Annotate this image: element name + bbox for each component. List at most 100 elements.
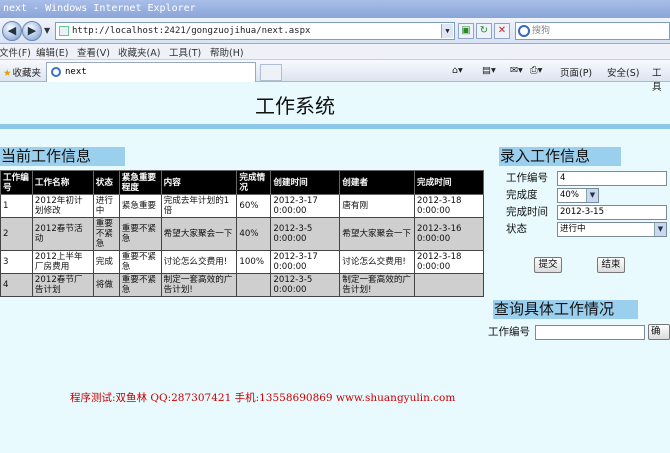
- browser-tab[interactable]: next: [46, 62, 256, 82]
- table-cell: 完成去年计划的1倍: [160, 194, 238, 218]
- table-row: 3 2012上半年厂房费用 完成 重要不紧急 讨论怎么交费用! 100% 201…: [0, 250, 484, 274]
- mail-icon[interactable]: ✉▾: [510, 65, 523, 76]
- table-cell: 制定一套高效的广告计划!: [339, 273, 416, 297]
- window-title-bar: next - Windows Internet Explorer: [0, 0, 670, 18]
- menu-file[interactable]: 文件(F): [0, 45, 31, 59]
- table-cell: 紧急重要: [118, 194, 162, 218]
- table-cell: 60%: [236, 194, 272, 218]
- status-select[interactable]: 进行中 ▼: [557, 222, 667, 237]
- forward-button[interactable]: ▶: [22, 21, 42, 41]
- table-cell: 2012-3-18 0:00:00: [414, 194, 484, 218]
- address-text: http://localhost:2421/gongzuojihua/next.…: [72, 26, 311, 36]
- feeds-icon[interactable]: ▤▾: [482, 65, 496, 76]
- done-time-input[interactable]: 2012-3-15: [557, 205, 667, 220]
- menu-help[interactable]: 帮助(H): [210, 45, 244, 59]
- work-id-label: 工作编号: [506, 172, 548, 184]
- table-cell: 1: [0, 194, 33, 218]
- table-cell: 2012-3-17 0:00:00: [270, 250, 341, 274]
- favorites-bar: ★收藏夹 next ⌂▾ ▤▾ ✉▾ ⎙▾ 页面(P) 安全(S) 工具: [0, 60, 670, 93]
- column-header: 创建时间: [270, 170, 341, 195]
- table-cell: 2012上半年厂房费用: [31, 250, 94, 274]
- table-cell: 重要不紧急: [118, 250, 162, 274]
- search-placeholder: 搜狗: [532, 26, 551, 36]
- table-cell: 2012-3-5 0:00:00: [270, 273, 341, 297]
- confirm-button[interactable]: 确定: [648, 324, 670, 340]
- safety-menu[interactable]: 安全(S): [607, 65, 639, 79]
- table-cell: 2012年初计划修改: [31, 194, 94, 218]
- table-cell: 100%: [236, 250, 272, 274]
- menu-edit[interactable]: 编辑(E): [36, 45, 68, 59]
- column-header: 创建者: [339, 170, 416, 195]
- table-cell: 2012-3-16 0:00:00: [414, 217, 484, 251]
- work-id-input[interactable]: 4: [557, 171, 667, 186]
- table-row: 1 2012年初计划修改 进行中 紧急重要 完成去年计划的1倍 60% 2012…: [0, 194, 484, 218]
- completion-select[interactable]: 40% ▼: [557, 188, 599, 203]
- end-button[interactable]: 结束: [597, 257, 625, 273]
- table-cell: 将做: [92, 273, 120, 297]
- menu-view[interactable]: 查看(V): [77, 45, 110, 59]
- search-input[interactable]: 搜狗: [515, 22, 670, 40]
- table-header-row: 工作编号 工作名称 状态 紧急重要程度 内容 完成情况 创建时间 创建者 完成时…: [0, 170, 484, 195]
- favorites-label: 收藏夹: [12, 68, 42, 79]
- status-label: 状态: [506, 223, 527, 235]
- address-input[interactable]: http://localhost:2421/gongzuojihua/next.…: [55, 22, 455, 40]
- compat-view-icon[interactable]: ▣: [458, 23, 474, 39]
- column-header: 工作名称: [31, 170, 94, 195]
- search-engine-icon: [518, 25, 530, 37]
- table-cell: 唐有刚: [339, 194, 416, 218]
- table-cell: [236, 273, 272, 297]
- new-tab-button[interactable]: [260, 64, 282, 81]
- table-cell: [414, 273, 484, 297]
- ie-icon: [51, 67, 61, 77]
- table-row: 2 2012春节活动 重要不紧急 重要不紧急 希望大家聚会一下 40% 2012…: [0, 217, 484, 251]
- table-cell: 完成: [92, 250, 120, 274]
- table-cell: 40%: [236, 217, 272, 251]
- current-work-header: 当前工作信息: [0, 147, 125, 166]
- table-cell: 2012春节活动: [31, 217, 94, 251]
- tools-menu[interactable]: 工具: [652, 65, 670, 93]
- table-cell: 进行中: [92, 194, 120, 218]
- chevron-down-icon: ▼: [654, 223, 666, 236]
- query-id-input[interactable]: [535, 325, 645, 340]
- query-id-label: 工作编号: [488, 326, 530, 338]
- menu-tools[interactable]: 工具(T): [169, 45, 201, 59]
- table-cell: 讨论怎么交费用!: [339, 250, 416, 274]
- column-header: 完成时间: [414, 170, 484, 195]
- query-header: 查询具体工作情况: [493, 300, 638, 319]
- home-icon[interactable]: ⌂▾: [452, 65, 463, 76]
- column-header: 完成情况: [236, 170, 272, 195]
- menu-favorites[interactable]: 收藏夹(A): [118, 45, 160, 59]
- table-cell: 重要不紧急: [92, 217, 120, 251]
- history-dropdown-icon[interactable]: ▼: [44, 26, 50, 35]
- completion-label: 完成度: [506, 189, 538, 201]
- print-icon[interactable]: ⎙▾: [530, 65, 542, 76]
- table-cell: 制定一套高效的广告计划!: [160, 273, 238, 297]
- stop-icon[interactable]: ✕: [494, 23, 510, 39]
- table-cell: 2012-3-5 0:00:00: [270, 217, 341, 251]
- back-button[interactable]: ◀: [2, 21, 22, 41]
- table-cell: 2: [0, 217, 33, 251]
- column-header: 工作编号: [0, 170, 33, 195]
- submit-button[interactable]: 提交: [534, 257, 562, 273]
- address-dropdown-icon[interactable]: ▼: [441, 24, 453, 38]
- status-selected: 进行中: [560, 224, 586, 234]
- favorites-button[interactable]: ★收藏夹: [3, 65, 41, 79]
- done-time-label: 完成时间: [506, 206, 548, 218]
- table-cell: 希望大家聚会一下: [160, 217, 238, 251]
- table-cell: 3: [0, 250, 33, 274]
- menu-bar: 文件(F) 编辑(E) 查看(V) 收藏夹(A) 工具(T) 帮助(H): [0, 44, 670, 60]
- table-cell: 2012-3-17 0:00:00: [270, 194, 341, 218]
- tab-title: next: [65, 67, 87, 77]
- column-header: 状态: [92, 170, 120, 195]
- refresh-icon[interactable]: ↻: [476, 23, 492, 39]
- work-table: 工作编号 工作名称 状态 紧急重要程度 内容 完成情况 创建时间 创建者 完成时…: [0, 170, 484, 297]
- page-title: 工作系统: [255, 94, 335, 118]
- star-icon: ★: [3, 68, 12, 79]
- page-icon: [59, 26, 69, 36]
- table-cell: 2012-3-18 0:00:00: [414, 250, 484, 274]
- table-cell: 讨论怎么交费用!: [160, 250, 238, 274]
- chevron-down-icon: ▼: [586, 189, 598, 202]
- table-row: 4 2012春节厂告计划 将做 重要不紧急 制定一套高效的广告计划! 2012-…: [0, 273, 484, 297]
- page-menu[interactable]: 页面(P): [560, 65, 592, 79]
- column-header: 紧急重要程度: [118, 170, 162, 195]
